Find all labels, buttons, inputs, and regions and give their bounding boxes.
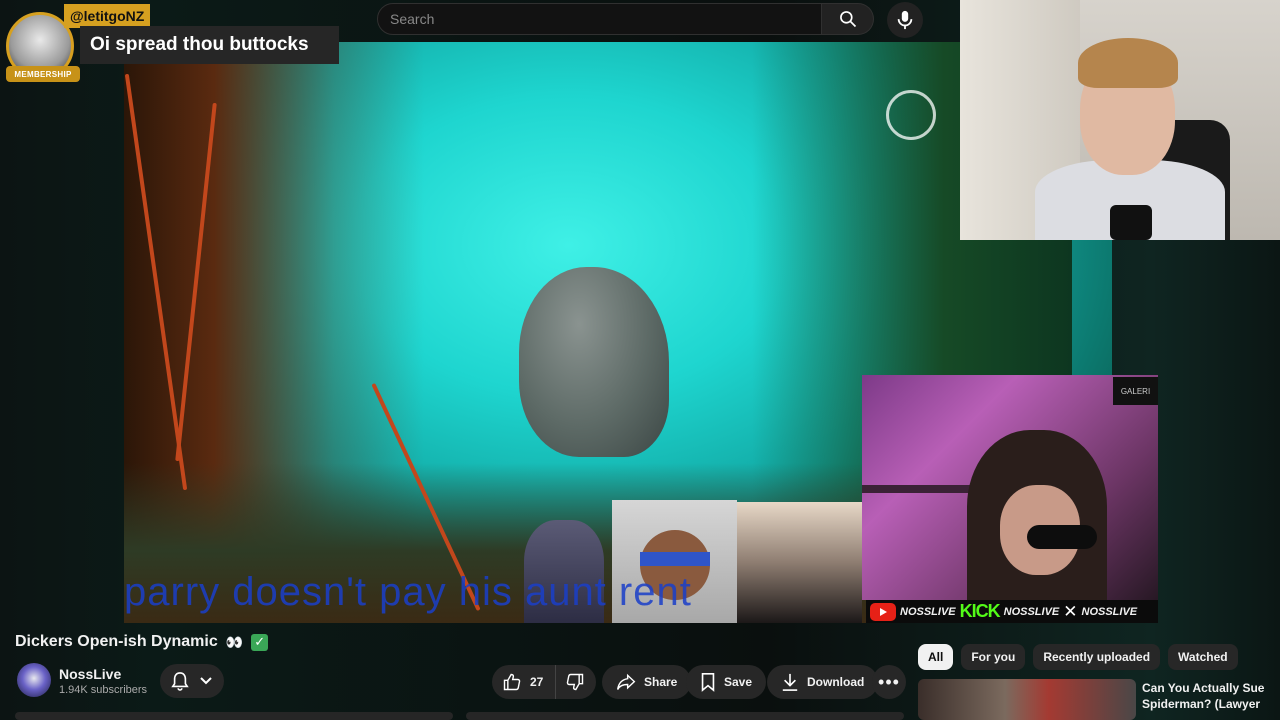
chat-message: Oi spread thou buttocks xyxy=(80,26,339,64)
chat-username: @letitgoNZ xyxy=(64,4,151,28)
thumbs-down-icon xyxy=(567,673,584,691)
recommendation-filters: All For you Recently uploaded Watched xyxy=(918,644,1238,670)
microphone-icon xyxy=(897,10,913,30)
webcam-guest: GALERI xyxy=(862,375,1158,600)
notification-bell-button[interactable] xyxy=(160,664,224,698)
chevron-down-icon xyxy=(200,677,213,685)
social-handle-kick: NOSSLIVE xyxy=(1003,605,1060,618)
video-title: Dickers Open-ish Dynamic 👀 ✓ xyxy=(15,633,269,651)
youtube-icon xyxy=(870,602,896,621)
like-count: 27 xyxy=(530,675,544,689)
streamer-microphone xyxy=(1110,205,1152,240)
search-input[interactable]: Search xyxy=(377,3,822,35)
recommendation-title[interactable]: Can You Actually Sue Spiderman? (Lawyer xyxy=(1142,680,1274,712)
social-handle-youtube: NOSSLIVE xyxy=(900,605,956,618)
chip-recently-uploaded[interactable]: Recently uploaded xyxy=(1033,644,1161,670)
overlay-character-woman xyxy=(737,502,862,623)
socials-bar: NOSSLIVE KICK NOSSLIVE ✕ NOSSLIVE xyxy=(866,600,1158,623)
search-placeholder: Search xyxy=(390,11,435,27)
subscriber-count: 1.94K subscribers xyxy=(59,684,148,696)
watermark-logo xyxy=(886,90,936,140)
chip-all[interactable]: All xyxy=(918,644,954,670)
app-root: parry doesn't pay his aunt rent GALERI N… xyxy=(0,0,1280,720)
comments-box-edge xyxy=(466,712,904,720)
search-icon xyxy=(839,11,856,28)
more-actions-button[interactable]: ••• xyxy=(872,665,906,699)
seal xyxy=(519,267,669,457)
download-label: Download xyxy=(807,675,865,689)
share-label: Share xyxy=(644,675,678,689)
gallery-sign: GALERI xyxy=(1113,377,1158,405)
x-logo-icon: ✕ xyxy=(1063,601,1078,621)
channel-name[interactable]: NossLive xyxy=(59,666,121,682)
character-mask xyxy=(640,552,710,566)
thumbs-up-icon xyxy=(503,673,521,691)
download-icon xyxy=(782,673,798,691)
description-box-edge xyxy=(15,712,453,720)
channel-avatar[interactable] xyxy=(17,663,51,697)
share-button[interactable]: Share xyxy=(602,665,692,699)
dislike-button[interactable] xyxy=(556,665,594,699)
guest-microphone xyxy=(1027,525,1097,549)
shelf xyxy=(862,485,982,493)
check-mark-icon: ✓ xyxy=(251,633,269,651)
bookmark-icon xyxy=(701,673,715,692)
streamer-hair xyxy=(1078,38,1178,88)
voice-search-button[interactable] xyxy=(887,2,923,38)
share-icon xyxy=(616,673,636,690)
webcam-streamer xyxy=(960,0,1280,240)
chip-watched[interactable]: Watched xyxy=(1168,644,1238,670)
kick-logo: KICK xyxy=(959,601,1001,621)
chip-for-you[interactable]: For you xyxy=(961,644,1026,670)
like-button[interactable]: 27 xyxy=(492,665,557,699)
bell-icon xyxy=(170,672,189,691)
save-label: Save xyxy=(724,675,753,689)
eyes-emoji: 👀 xyxy=(225,633,244,650)
social-handle-x: NOSSLIVE xyxy=(1081,605,1138,618)
download-button[interactable]: Download xyxy=(767,665,879,699)
overlay-lyric-text: parry doesn't pay his aunt rent xyxy=(124,570,692,614)
more-horizontal-icon: ••• xyxy=(878,671,900,692)
video-title-text: Dickers Open-ish Dynamic xyxy=(15,633,218,650)
save-button[interactable]: Save xyxy=(686,665,767,699)
search-button[interactable] xyxy=(822,3,874,35)
membership-badge: MEMBERSHIP xyxy=(6,66,80,82)
recommendation-thumbnail[interactable] xyxy=(918,679,1136,720)
chat-highlight: MEMBERSHIP @letitgoNZ Oi spread thou but… xyxy=(0,0,339,85)
like-dislike-group: 27 xyxy=(492,665,596,699)
